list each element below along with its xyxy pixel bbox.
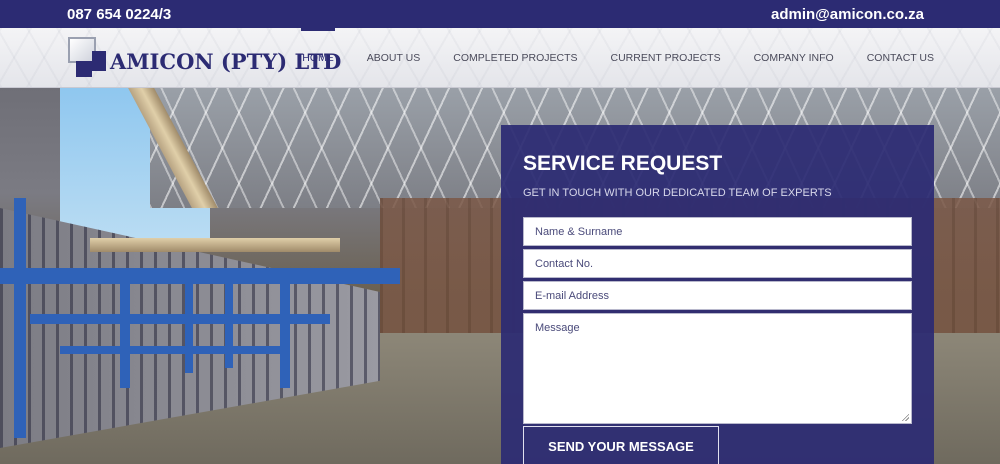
name-surname-field[interactable]: Name & Surname	[523, 217, 912, 246]
nav-home[interactable]: HOME	[301, 28, 335, 88]
nav-company-info[interactable]: COMPANY INFO	[754, 28, 834, 88]
form-subtitle: GET IN TOUCH WITH OUR DEDICATED TEAM OF …	[523, 187, 832, 199]
main-navigation: HOME ABOUT US COMPLETED PROJECTS CURRENT…	[269, 28, 934, 88]
nav-completed-projects[interactable]: COMPLETED PROJECTS	[453, 28, 577, 88]
nav-contact-us[interactable]: CONTACT US	[867, 28, 934, 88]
resize-handle-icon[interactable]	[901, 413, 909, 421]
message-textarea[interactable]: Message	[523, 313, 912, 424]
email-link[interactable]: admin@amicon.co.za	[771, 6, 924, 23]
nav-current-projects[interactable]: CURRENT PROJECTS	[611, 28, 721, 88]
company-logo[interactable]: AMICON (PTY) LTD	[66, 33, 341, 81]
nav-about-us[interactable]: ABOUT US	[367, 28, 420, 88]
send-message-button[interactable]: SEND YOUR MESSAGE	[523, 426, 719, 464]
top-contact-bar: 087 654 0224/3 admin@amicon.co.za	[0, 0, 1000, 28]
site-header: AMICON (PTY) LTD HOME ABOUT US COMPLETED…	[0, 28, 1000, 88]
message-placeholder: Message	[535, 322, 580, 334]
logo-mark-icon	[66, 33, 108, 79]
form-title: SERVICE REQUEST	[523, 152, 723, 175]
phone-number[interactable]: 087 654 0224/3	[67, 6, 171, 23]
email-address-field[interactable]: E-mail Address	[523, 281, 912, 310]
service-request-form: SERVICE REQUEST GET IN TOUCH WITH OUR DE…	[501, 125, 934, 464]
contact-number-field[interactable]: Contact No.	[523, 249, 912, 278]
